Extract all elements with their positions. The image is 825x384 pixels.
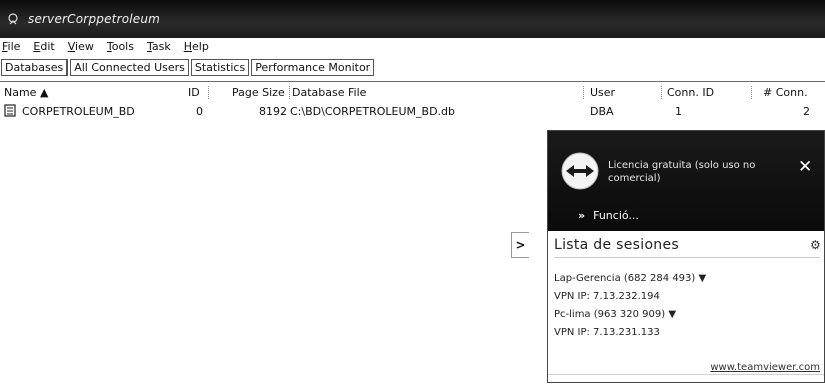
- license-text: Licencia gratuita (solo uso no comercial…: [608, 160, 756, 184]
- tab-performance-monitor[interactable]: Performance Monitor: [251, 59, 375, 76]
- column-header-num-conn[interactable]: # Conn.: [763, 86, 808, 99]
- double-chevron-icon: »: [578, 209, 586, 222]
- table-row[interactable]: CORPETROLEUM_BD 0 8192 C:\BD\CORPETROLEU…: [0, 104, 825, 119]
- teamviewer-header: Licencia gratuita (solo uso no comercial…: [548, 131, 824, 231]
- cell-page-size: 8192: [259, 105, 287, 118]
- title-bar: serverCorppetroleum: [0, 0, 825, 38]
- teamviewer-logo-icon: [561, 152, 599, 190]
- menu-tools[interactable]: Tools: [107, 40, 134, 53]
- column-header-id[interactable]: ID: [188, 86, 200, 99]
- menu-file[interactable]: File: [2, 40, 20, 53]
- server-icon: [8, 13, 18, 25]
- session-item[interactable]: Pc-lima (963 320 909) ▼: [554, 309, 676, 320]
- tab-databases[interactable]: Databases: [1, 59, 69, 76]
- teamviewer-panel: Licencia gratuita (solo uso no comercial…: [547, 130, 825, 383]
- tab-statistics[interactable]: Statistics: [190, 59, 250, 76]
- session-item[interactable]: Lap-Gerencia (682 284 493) ▼: [554, 273, 706, 284]
- gear-icon[interactable]: ⚙: [810, 238, 821, 252]
- column-header-page-size[interactable]: Page Size: [232, 86, 285, 99]
- cell-user: DBA: [590, 105, 614, 118]
- cell-num-conn: 2: [803, 105, 810, 118]
- function-button[interactable]: » Funció...: [578, 209, 639, 222]
- panel-toggle-button[interactable]: >: [511, 232, 529, 258]
- column-separator[interactable]: [661, 86, 662, 99]
- database-icon: [4, 104, 16, 117]
- window-title: serverCorppetroleum: [28, 12, 161, 26]
- column-header-name[interactable]: Name ▲: [4, 86, 48, 99]
- table-header: Name ▲ ID Page Size Database File User C…: [0, 84, 825, 101]
- menu-edit[interactable]: Edit: [33, 40, 54, 53]
- session-list-title: Lista de sesiones: [554, 237, 679, 253]
- cell-conn-id: 1: [675, 105, 682, 118]
- session-vpn-ip: VPN IP: 7.13.231.133: [554, 327, 660, 338]
- tab-all-connected-users[interactable]: All Connected Users: [70, 59, 189, 76]
- column-separator[interactable]: [583, 86, 584, 99]
- menu-view[interactable]: View: [68, 40, 94, 53]
- menu-bar: File Edit View Tools Task Help: [0, 38, 825, 55]
- column-separator[interactable]: [289, 86, 290, 99]
- column-header-user[interactable]: User: [590, 86, 615, 99]
- session-vpn-ip: VPN IP: 7.13.232.194: [554, 291, 660, 302]
- column-separator[interactable]: [751, 86, 752, 99]
- cell-id: 0: [196, 105, 203, 118]
- function-label: Funció...: [593, 209, 639, 222]
- divider: [548, 374, 824, 375]
- teamviewer-website-link[interactable]: www.teamviewer.com: [710, 362, 820, 373]
- column-separator[interactable]: [208, 86, 209, 99]
- tab-bar: Databases All Connected Users Statistics…: [0, 55, 825, 82]
- column-header-database-file[interactable]: Database File: [292, 86, 366, 99]
- close-icon[interactable]: ✕: [798, 157, 812, 177]
- menu-task[interactable]: Task: [147, 40, 171, 53]
- divider: [554, 257, 820, 258]
- column-header-conn-id[interactable]: Conn. ID: [667, 86, 714, 99]
- cell-database-file: C:\BD\CORPETROLEUM_BD.db: [290, 105, 455, 118]
- menu-help[interactable]: Help: [184, 40, 209, 53]
- cell-name: CORPETROLEUM_BD: [22, 105, 135, 118]
